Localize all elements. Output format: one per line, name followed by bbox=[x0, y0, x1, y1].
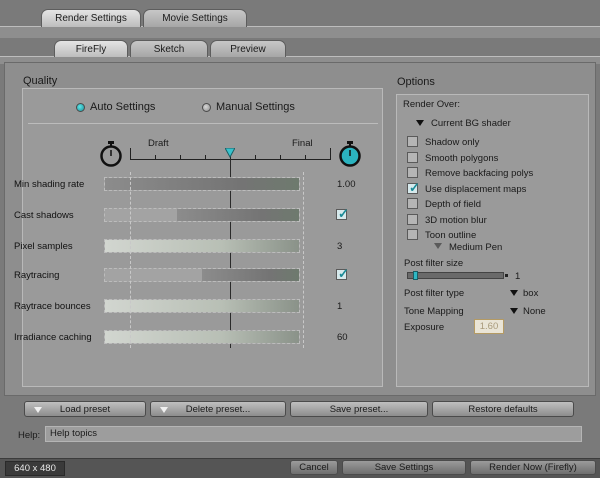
quality-slider-tick bbox=[205, 155, 206, 160]
manual-settings-radio[interactable] bbox=[202, 103, 211, 112]
render-now-button[interactable]: Render Now (Firefly) bbox=[470, 460, 596, 475]
tone-mapping-label: Tone Mapping bbox=[404, 306, 464, 317]
option-checkbox-label[interactable]: Use displacement maps bbox=[425, 184, 526, 195]
quality-slider-tick bbox=[305, 155, 306, 160]
tab-movie-settings[interactable]: Movie Settings bbox=[143, 9, 247, 27]
delete-preset-button[interactable]: Delete preset... bbox=[150, 401, 286, 417]
option-checkbox[interactable] bbox=[407, 136, 418, 147]
quality-row-bar-fill bbox=[176, 209, 299, 221]
render-over-label: Render Over: bbox=[403, 99, 461, 110]
quality-slider-tick bbox=[155, 155, 156, 160]
quality-row-value: 1.00 bbox=[337, 179, 356, 190]
quality-row-value: 60 bbox=[337, 332, 348, 343]
post-filter-type-dropdown-icon[interactable] bbox=[510, 290, 518, 296]
load-preset-dropdown-icon bbox=[34, 407, 42, 413]
manual-settings-label[interactable]: Manual Settings bbox=[216, 101, 295, 113]
quality-row-value: 3 bbox=[337, 241, 343, 252]
tab-firefly[interactable]: FireFly bbox=[54, 40, 128, 57]
quality-slider-tick bbox=[130, 148, 131, 160]
exposure-label: Exposure bbox=[404, 322, 445, 333]
resolution-display: 640 x 480 bbox=[5, 461, 65, 476]
quality-row-bar bbox=[104, 177, 300, 191]
quality-row-bar-fill bbox=[105, 300, 299, 312]
options-title: Options bbox=[397, 76, 435, 88]
option-checkbox-label[interactable]: Smooth polygons bbox=[425, 153, 498, 164]
quality-divider bbox=[28, 123, 378, 124]
load-preset-label: Load preset bbox=[59, 404, 111, 415]
toon-outline-style[interactable]: Medium Pen bbox=[449, 242, 502, 253]
quality-slider-tick bbox=[330, 148, 331, 160]
tab-render-settings[interactable]: Render Settings bbox=[41, 9, 141, 27]
quality-row-bar-fill bbox=[105, 331, 299, 343]
option-checkbox[interactable] bbox=[407, 198, 418, 209]
tab-preview[interactable]: Preview bbox=[210, 40, 286, 57]
quality-row-bar bbox=[104, 299, 300, 313]
quality-row-bar-fill bbox=[105, 178, 299, 190]
quality-row-label: Irradiance caching bbox=[14, 332, 92, 343]
tone-mapping-dropdown-icon[interactable] bbox=[510, 308, 518, 314]
tone-mapping-value[interactable]: None bbox=[523, 306, 546, 317]
quality-title: Quality bbox=[23, 75, 58, 87]
quality-row-label: Raytracing bbox=[14, 270, 60, 281]
draft-label: Draft bbox=[148, 138, 169, 149]
post-filter-size-end-marker bbox=[505, 274, 508, 277]
save-preset-button[interactable]: Save preset... bbox=[290, 401, 428, 417]
auto-settings-label[interactable]: Auto Settings bbox=[90, 101, 155, 113]
quality-row-bar bbox=[104, 239, 300, 253]
restore-defaults-button[interactable]: Restore defaults bbox=[432, 401, 574, 417]
auto-settings-radio[interactable] bbox=[76, 103, 85, 112]
option-checkbox[interactable] bbox=[407, 229, 418, 240]
post-filter-size-thumb[interactable] bbox=[412, 271, 418, 280]
quality-guide-line bbox=[303, 172, 304, 348]
quality-slider-tick bbox=[180, 155, 181, 160]
post-filter-size-value: 1 bbox=[515, 271, 521, 282]
option-checkbox-label[interactable]: Depth of field bbox=[425, 199, 481, 210]
post-filter-size-slider[interactable] bbox=[407, 271, 504, 280]
quality-row-checkbox[interactable] bbox=[336, 206, 349, 222]
stopwatch-draft-icon bbox=[100, 141, 122, 167]
quality-row-label: Cast shadows bbox=[14, 210, 74, 221]
help-label: Help: bbox=[18, 430, 41, 441]
quality-row-checkbox[interactable] bbox=[336, 266, 349, 282]
quality-slider-tick bbox=[280, 155, 281, 160]
option-checkbox-label[interactable]: Remove backfacing polys bbox=[425, 168, 533, 179]
cancel-button[interactable]: Cancel bbox=[290, 460, 338, 475]
help-topics-field[interactable]: Help topics bbox=[45, 426, 582, 442]
exposure-input[interactable]: 1.60 bbox=[474, 319, 504, 334]
quality-slider-tick bbox=[255, 155, 256, 160]
quality-row-bar-fill bbox=[202, 269, 299, 281]
render-over-dropdown-icon[interactable] bbox=[416, 120, 424, 126]
quality-row-bar bbox=[104, 268, 300, 282]
quality-guide-line bbox=[130, 172, 131, 348]
post-filter-type-label: Post filter type bbox=[404, 288, 465, 299]
final-label: Final bbox=[292, 138, 313, 149]
toon-outline-dropdown-icon[interactable] bbox=[434, 243, 442, 249]
quality-row-value: 1 bbox=[337, 301, 343, 312]
quality-row-label: Raytrace bounces bbox=[14, 301, 91, 312]
tab-row bbox=[0, 26, 600, 38]
option-checkbox[interactable] bbox=[407, 180, 420, 196]
option-checkbox[interactable] bbox=[407, 152, 418, 163]
quality-row-bar bbox=[104, 330, 300, 344]
save-settings-button[interactable]: Save Settings bbox=[342, 460, 466, 475]
stopwatch-final-icon bbox=[339, 141, 361, 167]
option-checkbox-label[interactable]: 3D motion blur bbox=[425, 215, 487, 226]
option-checkbox-label[interactable]: Toon outline bbox=[425, 230, 476, 241]
option-checkbox[interactable] bbox=[407, 167, 418, 178]
post-filter-size-label: Post filter size bbox=[404, 258, 464, 269]
quality-row-label: Min shading rate bbox=[14, 179, 85, 190]
quality-row-bar-fill bbox=[105, 240, 299, 252]
quality-slider-thumb[interactable] bbox=[225, 148, 235, 158]
delete-preset-dropdown-icon bbox=[160, 407, 168, 413]
render-over-value[interactable]: Current BG shader bbox=[431, 118, 511, 129]
option-checkbox-label[interactable]: Shadow only bbox=[425, 137, 479, 148]
quality-row-bar bbox=[104, 208, 300, 222]
load-preset-button[interactable]: Load preset bbox=[24, 401, 146, 417]
delete-preset-label: Delete preset... bbox=[185, 404, 251, 415]
tab-sketch[interactable]: Sketch bbox=[130, 40, 208, 57]
quality-row-label: Pixel samples bbox=[14, 241, 73, 252]
option-checkbox[interactable] bbox=[407, 214, 418, 225]
post-filter-type-value[interactable]: box bbox=[523, 288, 538, 299]
